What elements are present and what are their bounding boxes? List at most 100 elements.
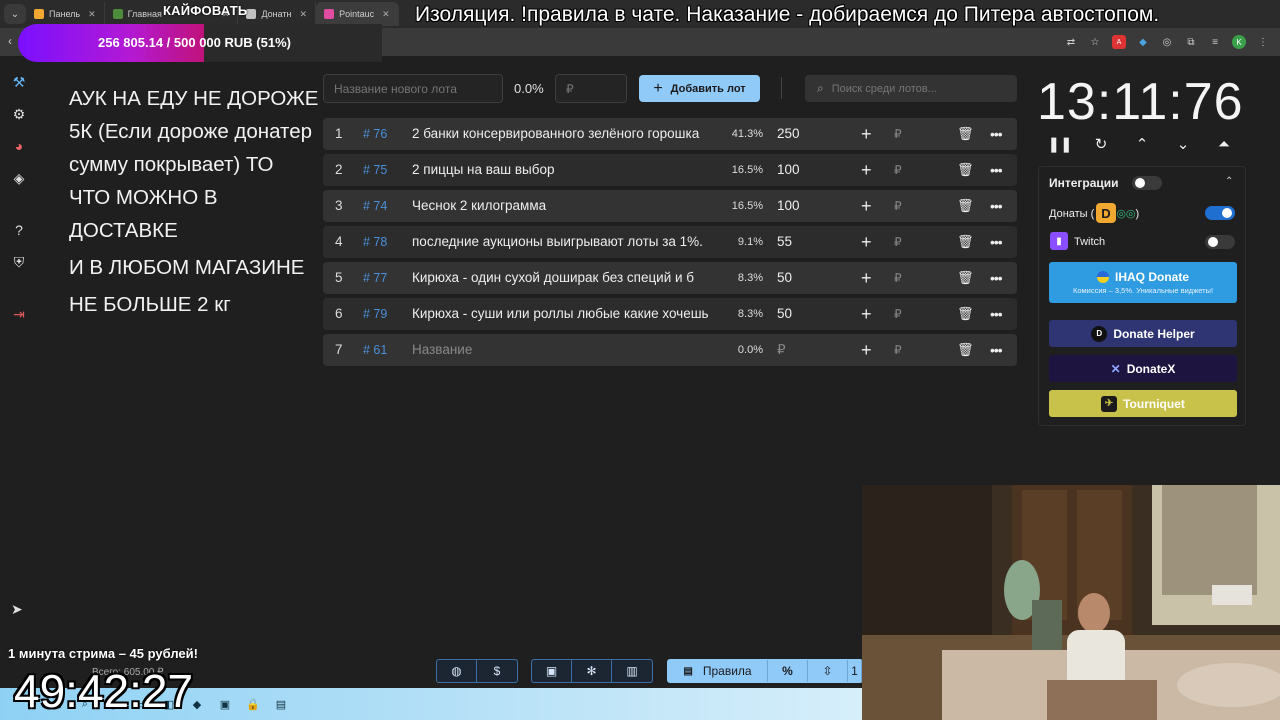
- rub-input-icon[interactable]: ₽: [894, 262, 902, 294]
- extension-icon[interactable]: ◎: [1160, 35, 1174, 49]
- chevron-down-icon[interactable]: ⌄: [1173, 134, 1193, 154]
- pause-icon[interactable]: ❚❚: [1047, 134, 1072, 154]
- settings-gear-icon[interactable]: ⚙: [7, 104, 31, 124]
- add-amount-plus-icon[interactable]: +: [861, 154, 872, 186]
- more-horizontal-icon[interactable]: •••: [990, 190, 1003, 222]
- chevron-up-icon[interactable]: ⌃: [1132, 134, 1152, 154]
- add-amount-plus-icon[interactable]: +: [861, 298, 872, 330]
- browser-tab[interactable]: Pointauc ✕: [316, 2, 399, 26]
- trash-icon[interactable]: 🗑: [957, 334, 974, 366]
- rub-input-icon[interactable]: ₽: [894, 334, 902, 366]
- bookmark-star-icon[interactable]: ☆: [1088, 35, 1102, 49]
- add-amount-plus-icon[interactable]: +: [861, 190, 872, 222]
- logout-icon[interactable]: ⇥: [7, 304, 31, 324]
- more-horizontal-icon[interactable]: •••: [990, 154, 1003, 186]
- shield-icon[interactable]: ⛨: [7, 252, 31, 272]
- lot-name[interactable]: Чеснок 2 килограмма: [412, 190, 712, 222]
- add-amount-plus-icon[interactable]: +: [861, 262, 872, 294]
- github-icon[interactable]: ◍: [437, 660, 477, 682]
- lot-name[interactable]: Кирюха - один сухой доширак без специй и…: [412, 262, 712, 294]
- donate-dollar-icon[interactable]: $: [477, 660, 517, 682]
- bug-icon[interactable]: ✻: [572, 660, 612, 682]
- rub-input-icon[interactable]: ₽: [894, 298, 902, 330]
- lot-fast-id[interactable]: # 74: [363, 190, 387, 222]
- close-icon[interactable]: ✕: [382, 9, 390, 20]
- lot-fast-id[interactable]: # 79: [363, 298, 387, 330]
- rub-input-icon[interactable]: ₽: [894, 226, 902, 258]
- new-lot-amount-input[interactable]: [555, 74, 627, 103]
- lot-name[interactable]: последние аукционы выигрывают лоты за 1%…: [412, 226, 712, 258]
- add-lot-button[interactable]: + Добавить лот: [639, 75, 760, 102]
- trash-icon[interactable]: 🗑: [957, 154, 974, 186]
- wheel-pie-icon[interactable]: ◕: [7, 136, 31, 156]
- trash-icon[interactable]: 🗑: [957, 262, 974, 294]
- donations-toggle[interactable]: [1205, 206, 1235, 220]
- trash-icon[interactable]: 🗑: [957, 118, 974, 150]
- app-icon[interactable]: ▤: [274, 697, 288, 711]
- more-horizontal-icon[interactable]: •••: [990, 298, 1003, 330]
- puzzle-icon[interactable]: ⧉: [1184, 35, 1198, 49]
- lot-name-input[interactable]: Название: [412, 334, 712, 366]
- lot-amount[interactable]: 50: [777, 262, 792, 294]
- terminal-icon[interactable]: ▣: [218, 697, 232, 711]
- trash-icon[interactable]: 🗑: [957, 190, 974, 222]
- lot-fast-id[interactable]: # 76: [363, 118, 387, 150]
- add-amount-plus-icon[interactable]: +: [861, 334, 872, 366]
- more-vertical-icon[interactable]: ⋮: [1256, 35, 1270, 49]
- twitch-toggle[interactable]: [1205, 235, 1235, 249]
- search-box[interactable]: ⌕: [805, 75, 1017, 102]
- help-icon[interactable]: ?: [7, 220, 31, 240]
- rub-input-icon[interactable]: ₽: [894, 154, 902, 186]
- lot-amount[interactable]: 55: [777, 226, 792, 258]
- trash-icon[interactable]: 🗑: [957, 298, 974, 330]
- clear-list-icon[interactable]: ▥: [612, 660, 652, 682]
- donatex-button[interactable]: ✕ DonateX: [1049, 355, 1237, 382]
- trash-icon[interactable]: 🗑: [957, 226, 974, 258]
- lot-fast-id[interactable]: # 78: [363, 226, 387, 258]
- more-horizontal-icon[interactable]: •••: [990, 334, 1003, 366]
- tab-search-button[interactable]: ⌄: [4, 4, 26, 24]
- extension-icon[interactable]: A: [1112, 35, 1126, 49]
- lot-amount-input[interactable]: ₽: [777, 334, 786, 366]
- lot-name[interactable]: Кирюха - суши или роллы любые какие хоче…: [412, 298, 712, 330]
- auction-gavel-icon[interactable]: ⚒: [7, 72, 31, 92]
- more-horizontal-icon[interactable]: •••: [990, 118, 1003, 150]
- browser-tab[interactable]: Донатн ✕: [238, 2, 317, 26]
- lot-fast-id[interactable]: # 61: [363, 334, 387, 366]
- extension-icon[interactable]: ◆: [1136, 35, 1150, 49]
- rub-input-icon[interactable]: ₽: [894, 190, 902, 222]
- lock-icon[interactable]: 🔒: [246, 697, 260, 711]
- more-horizontal-icon[interactable]: •••: [990, 262, 1003, 294]
- reading-list-icon[interactable]: ≡: [1208, 35, 1222, 49]
- browser-tab[interactable]: Панель ✕: [26, 2, 105, 26]
- lot-name[interactable]: 2 банки консервированного зелёного горош…: [412, 118, 712, 150]
- add-amount-plus-icon[interactable]: +: [861, 118, 872, 150]
- lot-name[interactable]: 2 пиццы на ваш выбор: [412, 154, 712, 186]
- percent-icon[interactable]: %: [768, 660, 808, 682]
- lot-amount[interactable]: 250: [777, 118, 800, 150]
- donate-helper-button[interactable]: D Donate Helper: [1049, 320, 1237, 347]
- rub-input-icon[interactable]: ₽: [894, 118, 902, 150]
- translate-icon[interactable]: ⇄: [1064, 35, 1078, 49]
- avatar[interactable]: K: [1232, 35, 1246, 49]
- close-icon[interactable]: ✕: [88, 9, 96, 20]
- compress-icon[interactable]: ⇳: [808, 660, 848, 682]
- lot-fast-id[interactable]: # 75: [363, 154, 387, 186]
- more-horizontal-icon[interactable]: •••: [990, 226, 1003, 258]
- double-chevron-up-icon[interactable]: ⏶: [1214, 134, 1234, 154]
- close-icon[interactable]: ✕: [300, 9, 308, 20]
- more-icon[interactable]: 1: [848, 660, 862, 682]
- tourniquet-button[interactable]: ✈ Tourniquet: [1049, 390, 1237, 417]
- lot-amount[interactable]: 100: [777, 190, 800, 222]
- search-input[interactable]: [831, 82, 1002, 95]
- lot-amount[interactable]: 100: [777, 154, 800, 186]
- back-arrow-icon[interactable]: ‹: [8, 34, 12, 48]
- ihaq-donate-button[interactable]: IHAQ Donate Комиссия – 3,5%. Уникальные …: [1049, 262, 1237, 303]
- rules-button[interactable]: ▤ Правила: [668, 660, 768, 682]
- new-lot-name-input[interactable]: [323, 74, 503, 103]
- layers-icon[interactable]: ◈: [7, 168, 31, 188]
- chevron-up-icon[interactable]: ⌃: [1225, 176, 1233, 187]
- lot-fast-id[interactable]: # 77: [363, 262, 387, 294]
- integrations-toggle[interactable]: [1132, 176, 1162, 190]
- restart-icon[interactable]: ↻: [1091, 134, 1111, 154]
